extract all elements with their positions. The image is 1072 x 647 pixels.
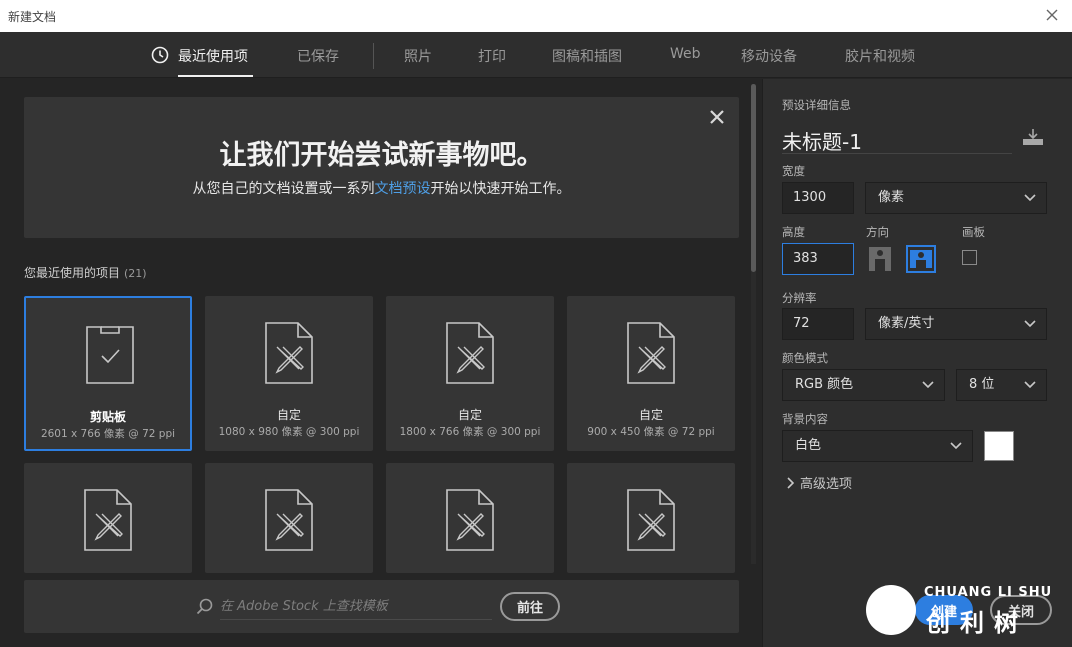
search-icon xyxy=(196,598,213,615)
chevron-down-icon xyxy=(950,442,962,450)
watermark-text-top: CHUANG LI SHU xyxy=(924,585,1053,600)
resolution-unit-select[interactable]: 像素/英寸 xyxy=(865,308,1047,340)
welcome-title: 让我们开始尝试新事物吧。 xyxy=(219,140,544,171)
tab-recent[interactable]: 最近使用项 xyxy=(178,46,248,66)
watermark-logo xyxy=(866,585,916,635)
recent-item-card[interactable]: 自定 1800 x 766 像素 @ 300 ppi xyxy=(386,296,554,451)
chevron-right-icon xyxy=(787,477,795,489)
document-pencil-ruler-icon xyxy=(627,489,675,551)
tab-art-illustration[interactable]: 图稿和插图 xyxy=(552,46,622,66)
recent-item-name: 自定 xyxy=(457,408,482,422)
welcome-sub-prefix: 从您自己的文档设置或一系列 xyxy=(192,181,375,197)
tab-web[interactable]: Web xyxy=(670,46,701,62)
recent-item-card[interactable] xyxy=(567,463,735,573)
bit-depth-select[interactable]: 8 位 xyxy=(956,369,1047,401)
background-label: 背景内容 xyxy=(782,412,828,426)
recent-item-meta: 2601 x 766 像素 @ 72 ppi xyxy=(40,428,176,440)
title-bar: 新建文档 xyxy=(0,0,1072,32)
tab-saved[interactable]: 已保存 xyxy=(297,46,339,66)
watermark: CHUANG LI SHU 创利树 xyxy=(862,581,1068,641)
recent-item-name: 自定 xyxy=(276,408,301,422)
window-title: 新建文档 xyxy=(8,10,57,24)
resolution-input[interactable]: 72 xyxy=(782,308,854,340)
document-pencil-ruler-icon xyxy=(84,489,132,551)
tab-mobile[interactable]: 移动设备 xyxy=(741,46,797,66)
document-pencil-ruler-icon xyxy=(265,322,313,384)
tab-print[interactable]: 打印 xyxy=(478,46,506,66)
recent-item-card[interactable]: 自定 1080 x 980 像素 @ 300 ppi xyxy=(205,296,373,451)
recent-item-meta: 1800 x 766 像素 @ 300 ppi xyxy=(399,426,541,438)
close-icon[interactable] xyxy=(707,107,727,127)
chevron-down-icon xyxy=(1024,194,1036,202)
recent-item-card[interactable]: 自定 900 x 450 像素 @ 72 ppi xyxy=(567,296,735,451)
chevron-down-icon xyxy=(922,381,934,389)
bit-depth-value: 8 位 xyxy=(969,377,995,392)
height-label: 高度 xyxy=(782,225,805,239)
recent-items-count: (21) xyxy=(124,267,147,280)
document-pencil-ruler-icon xyxy=(446,322,494,384)
color-mode-select[interactable]: RGB 颜色 xyxy=(782,369,945,401)
go-button[interactable]: 前往 xyxy=(500,592,560,621)
artboard-label: 画板 xyxy=(962,225,985,239)
document-pencil-ruler-icon xyxy=(627,322,675,384)
scrollbar-thumb[interactable] xyxy=(751,84,756,272)
save-preset-icon[interactable] xyxy=(1020,127,1046,147)
tab-film-video[interactable]: 胶片和视频 xyxy=(845,46,915,66)
welcome-subtitle: 从您自己的文档设置或一系列文档预设开始以快速开始工作。 xyxy=(24,178,739,198)
recent-item-name: 自定 xyxy=(638,408,663,422)
color-mode-label: 颜色模式 xyxy=(782,351,828,365)
advanced-options-label: 高级选项 xyxy=(800,477,853,492)
document-presets-link[interactable]: 文档预设 xyxy=(375,181,431,197)
width-unit-value: 像素 xyxy=(878,190,905,205)
resolution-label: 分辨率 xyxy=(782,291,817,305)
document-pencil-ruler-icon xyxy=(446,489,494,551)
width-unit-select[interactable]: 像素 xyxy=(865,182,1047,214)
recent-item-card[interactable] xyxy=(205,463,373,573)
recent-item-meta: 900 x 450 像素 @ 72 ppi xyxy=(587,426,715,438)
welcome-banner: 让我们开始尝试新事物吧。 从您自己的文档设置或一系列文档预设开始以快速开始工作。 xyxy=(24,97,739,238)
width-label: 宽度 xyxy=(782,164,805,178)
watermark-text-bottom: 创利树 xyxy=(926,609,1028,637)
stock-search-bar: 前往 xyxy=(24,580,739,633)
recent-item-card[interactable]: 剪贴板 2601 x 766 像素 @ 72 ppi xyxy=(24,296,192,451)
clock-icon xyxy=(151,46,169,64)
tab-divider xyxy=(373,43,374,69)
stock-search-input[interactable] xyxy=(220,594,492,620)
resolution-unit-value: 像素/英寸 xyxy=(878,316,935,331)
document-pencil-ruler-icon xyxy=(265,489,313,551)
chevron-down-icon xyxy=(1024,381,1036,389)
color-mode-value: RGB 颜色 xyxy=(795,377,854,392)
recent-item-card[interactable] xyxy=(386,463,554,573)
clipboard-icon xyxy=(86,326,134,384)
recent-items-label: 您最近使用的项目 xyxy=(24,266,121,280)
recent-item-name: 剪贴板 xyxy=(89,410,126,424)
background-select[interactable]: 白色 xyxy=(782,430,973,462)
background-value: 白色 xyxy=(795,438,822,453)
recent-item-meta: 1080 x 980 像素 @ 300 ppi xyxy=(218,426,360,438)
tab-photo[interactable]: 照片 xyxy=(404,46,432,66)
artboard-checkbox[interactable] xyxy=(962,250,977,265)
landscape-orientation-icon[interactable] xyxy=(906,245,936,273)
document-name-field[interactable]: 未标题-1 xyxy=(782,124,1012,154)
window-close-icon[interactable] xyxy=(1042,5,1062,25)
welcome-sub-suffix: 开始以快速开始工作。 xyxy=(430,181,571,197)
preset-details-heading: 预设详细信息 xyxy=(782,98,851,112)
active-tab-indicator xyxy=(178,75,253,77)
width-input[interactable]: 1300 xyxy=(782,182,854,214)
height-input[interactable]: 383 xyxy=(782,243,854,275)
orientation-label: 方向 xyxy=(866,225,889,239)
recent-items-heading: 您最近使用的项目 (21) xyxy=(24,264,147,281)
recent-item-card[interactable] xyxy=(24,463,192,573)
advanced-options-toggle[interactable]: 高级选项 xyxy=(786,473,852,492)
chevron-down-icon xyxy=(1024,320,1036,328)
portrait-orientation-icon[interactable] xyxy=(866,245,894,273)
background-color-swatch[interactable] xyxy=(984,431,1014,461)
